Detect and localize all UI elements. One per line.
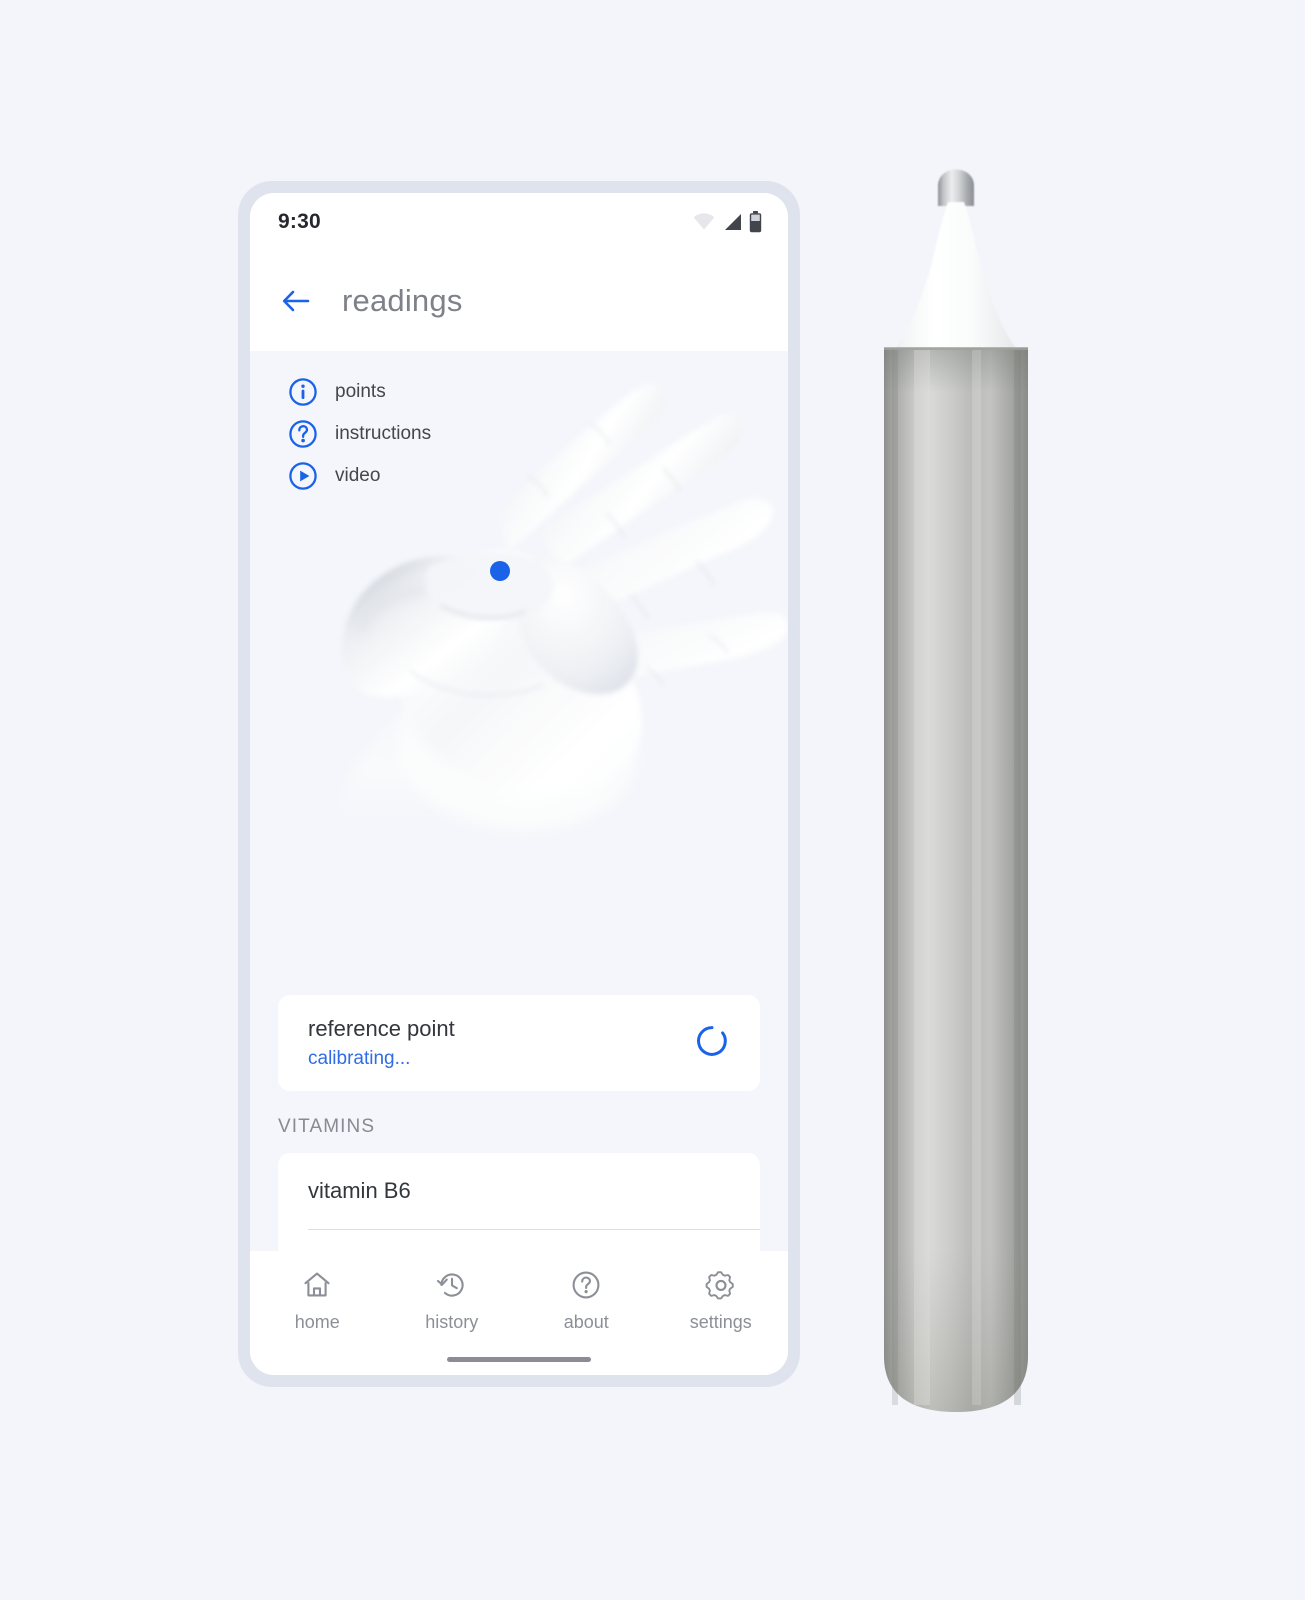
quick-links-group: points instructions video xyxy=(288,371,431,497)
nav-label: settings xyxy=(689,1312,752,1332)
nav-item-home[interactable]: home xyxy=(250,1269,385,1333)
pen-metal-tip xyxy=(938,169,974,206)
list-item[interactable]: vitamin B6 xyxy=(278,1153,760,1229)
nav-item-about[interactable]: about xyxy=(519,1269,654,1333)
nav-item-settings[interactable]: settings xyxy=(654,1269,789,1333)
back-button[interactable] xyxy=(278,283,314,319)
reference-card-title: reference point xyxy=(308,1016,455,1041)
reference-point-dot[interactable] xyxy=(490,561,510,581)
pen-metal-body xyxy=(884,347,1028,1412)
quick-link-label: points xyxy=(335,381,386,402)
reference-point-card[interactable]: reference point calibrating... xyxy=(278,995,760,1091)
quick-link-instructions[interactable]: instructions xyxy=(288,413,431,455)
nav-label: about xyxy=(563,1312,609,1332)
question-circle-icon xyxy=(570,1269,602,1301)
scroll-content[interactable]: points instructions video reference poin… xyxy=(250,351,788,1375)
history-clock-icon xyxy=(436,1269,468,1301)
app-bar: readings xyxy=(250,251,788,351)
nav-item-history[interactable]: history xyxy=(385,1269,520,1333)
question-circle-icon xyxy=(288,419,318,449)
status-time: 9:30 xyxy=(278,210,321,233)
vitamin-label: vitamin B6 xyxy=(308,1178,411,1203)
quick-link-video[interactable]: video xyxy=(288,455,431,497)
pen-white-cone xyxy=(888,202,1024,356)
battery-icon xyxy=(749,211,762,233)
info-circle-icon xyxy=(288,377,318,407)
gear-icon xyxy=(705,1269,737,1301)
page-title: readings xyxy=(342,283,463,318)
reference-card-text: reference point calibrating... xyxy=(308,1016,455,1070)
reference-card-status: calibrating... xyxy=(308,1048,411,1069)
play-circle-icon xyxy=(288,461,318,491)
phone-device-frame: 9:30 readings points instructions video … xyxy=(238,181,800,1387)
vitamins-section-header: VITAMINS xyxy=(278,1116,376,1137)
nav-label: home xyxy=(294,1312,340,1332)
home-indicator-bar[interactable] xyxy=(447,1357,591,1362)
wifi-icon xyxy=(693,213,715,230)
status-bar: 9:30 xyxy=(250,193,788,251)
quick-link-points[interactable]: points xyxy=(288,371,431,413)
status-bar-icons xyxy=(693,211,762,233)
quick-link-label: video xyxy=(335,465,381,486)
cellular-signal-icon xyxy=(725,214,741,230)
home-icon xyxy=(301,1269,333,1301)
arrow-left-icon xyxy=(282,290,310,312)
stylus-probe-pen xyxy=(876,150,1036,1420)
loading-spinner-icon xyxy=(694,1023,730,1064)
quick-link-label: instructions xyxy=(335,423,432,444)
nav-label: history xyxy=(425,1312,479,1332)
phone-screen: 9:30 readings points instructions video … xyxy=(250,193,788,1375)
